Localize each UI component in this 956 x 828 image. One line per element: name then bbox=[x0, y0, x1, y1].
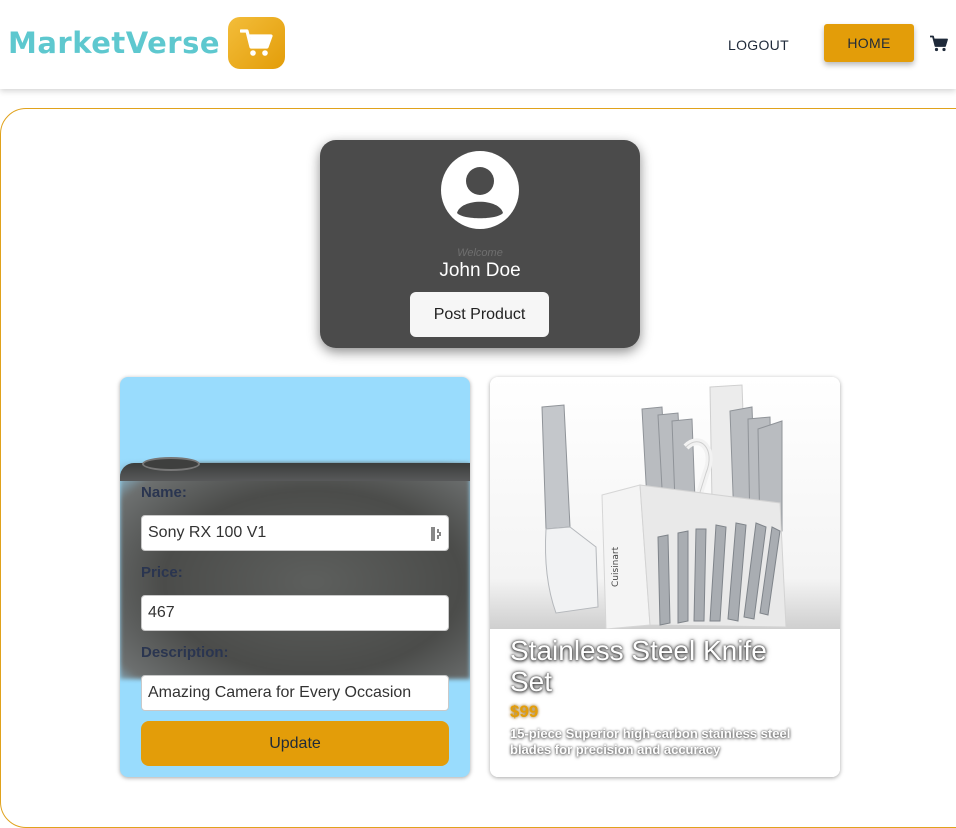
product-price: $99 bbox=[510, 702, 539, 721]
edit-product-card: Name: Sony RX 100 V1 Price: 467 Descript… bbox=[120, 377, 470, 777]
top-navbar: MarketVerse LOGOUT HOME bbox=[0, 0, 956, 89]
update-button[interactable]: Update bbox=[141, 721, 449, 766]
description-input-value: Amazing Camera for Every Occasion bbox=[148, 684, 412, 701]
description-input[interactable]: Amazing Camera for Every Occasion bbox=[141, 675, 449, 711]
cart-icon[interactable] bbox=[930, 35, 948, 52]
post-product-button[interactable]: Post Product bbox=[410, 292, 549, 337]
block-brand-text: Cuisinart bbox=[611, 546, 621, 587]
welcome-text: Welcome bbox=[457, 247, 503, 259]
description-label: Description: bbox=[141, 644, 229, 661]
name-input[interactable]: Sony RX 100 V1 bbox=[141, 515, 449, 551]
name-input-value: Sony RX 100 V1 bbox=[148, 524, 267, 541]
product-description: 15-piece Superior high-carbon stainless … bbox=[510, 726, 791, 757]
logout-button[interactable]: LOGOUT bbox=[716, 32, 801, 58]
profile-card: Welcome John Doe Post Product bbox=[320, 140, 640, 348]
product-card[interactable]: Cuisinart Stainless Steel Knife Set $99 … bbox=[490, 377, 840, 777]
knife-set-image: Cuisinart bbox=[490, 377, 840, 630]
price-input-value: 467 bbox=[148, 604, 175, 621]
camera-dial bbox=[142, 457, 200, 471]
name-label: Name: bbox=[141, 484, 187, 501]
home-button[interactable]: HOME bbox=[824, 24, 914, 62]
cart-logo-icon bbox=[228, 17, 286, 69]
autofill-icon[interactable] bbox=[431, 527, 442, 541]
user-name: John Doe bbox=[439, 260, 521, 281]
brand-name: MarketVerse bbox=[8, 26, 221, 60]
price-label: Price: bbox=[141, 564, 183, 581]
user-avatar-icon bbox=[441, 151, 519, 229]
price-input[interactable]: 467 bbox=[141, 595, 449, 631]
brand[interactable]: MarketVerse bbox=[8, 17, 286, 69]
product-title: Stainless Steel Knife Set bbox=[510, 635, 767, 697]
